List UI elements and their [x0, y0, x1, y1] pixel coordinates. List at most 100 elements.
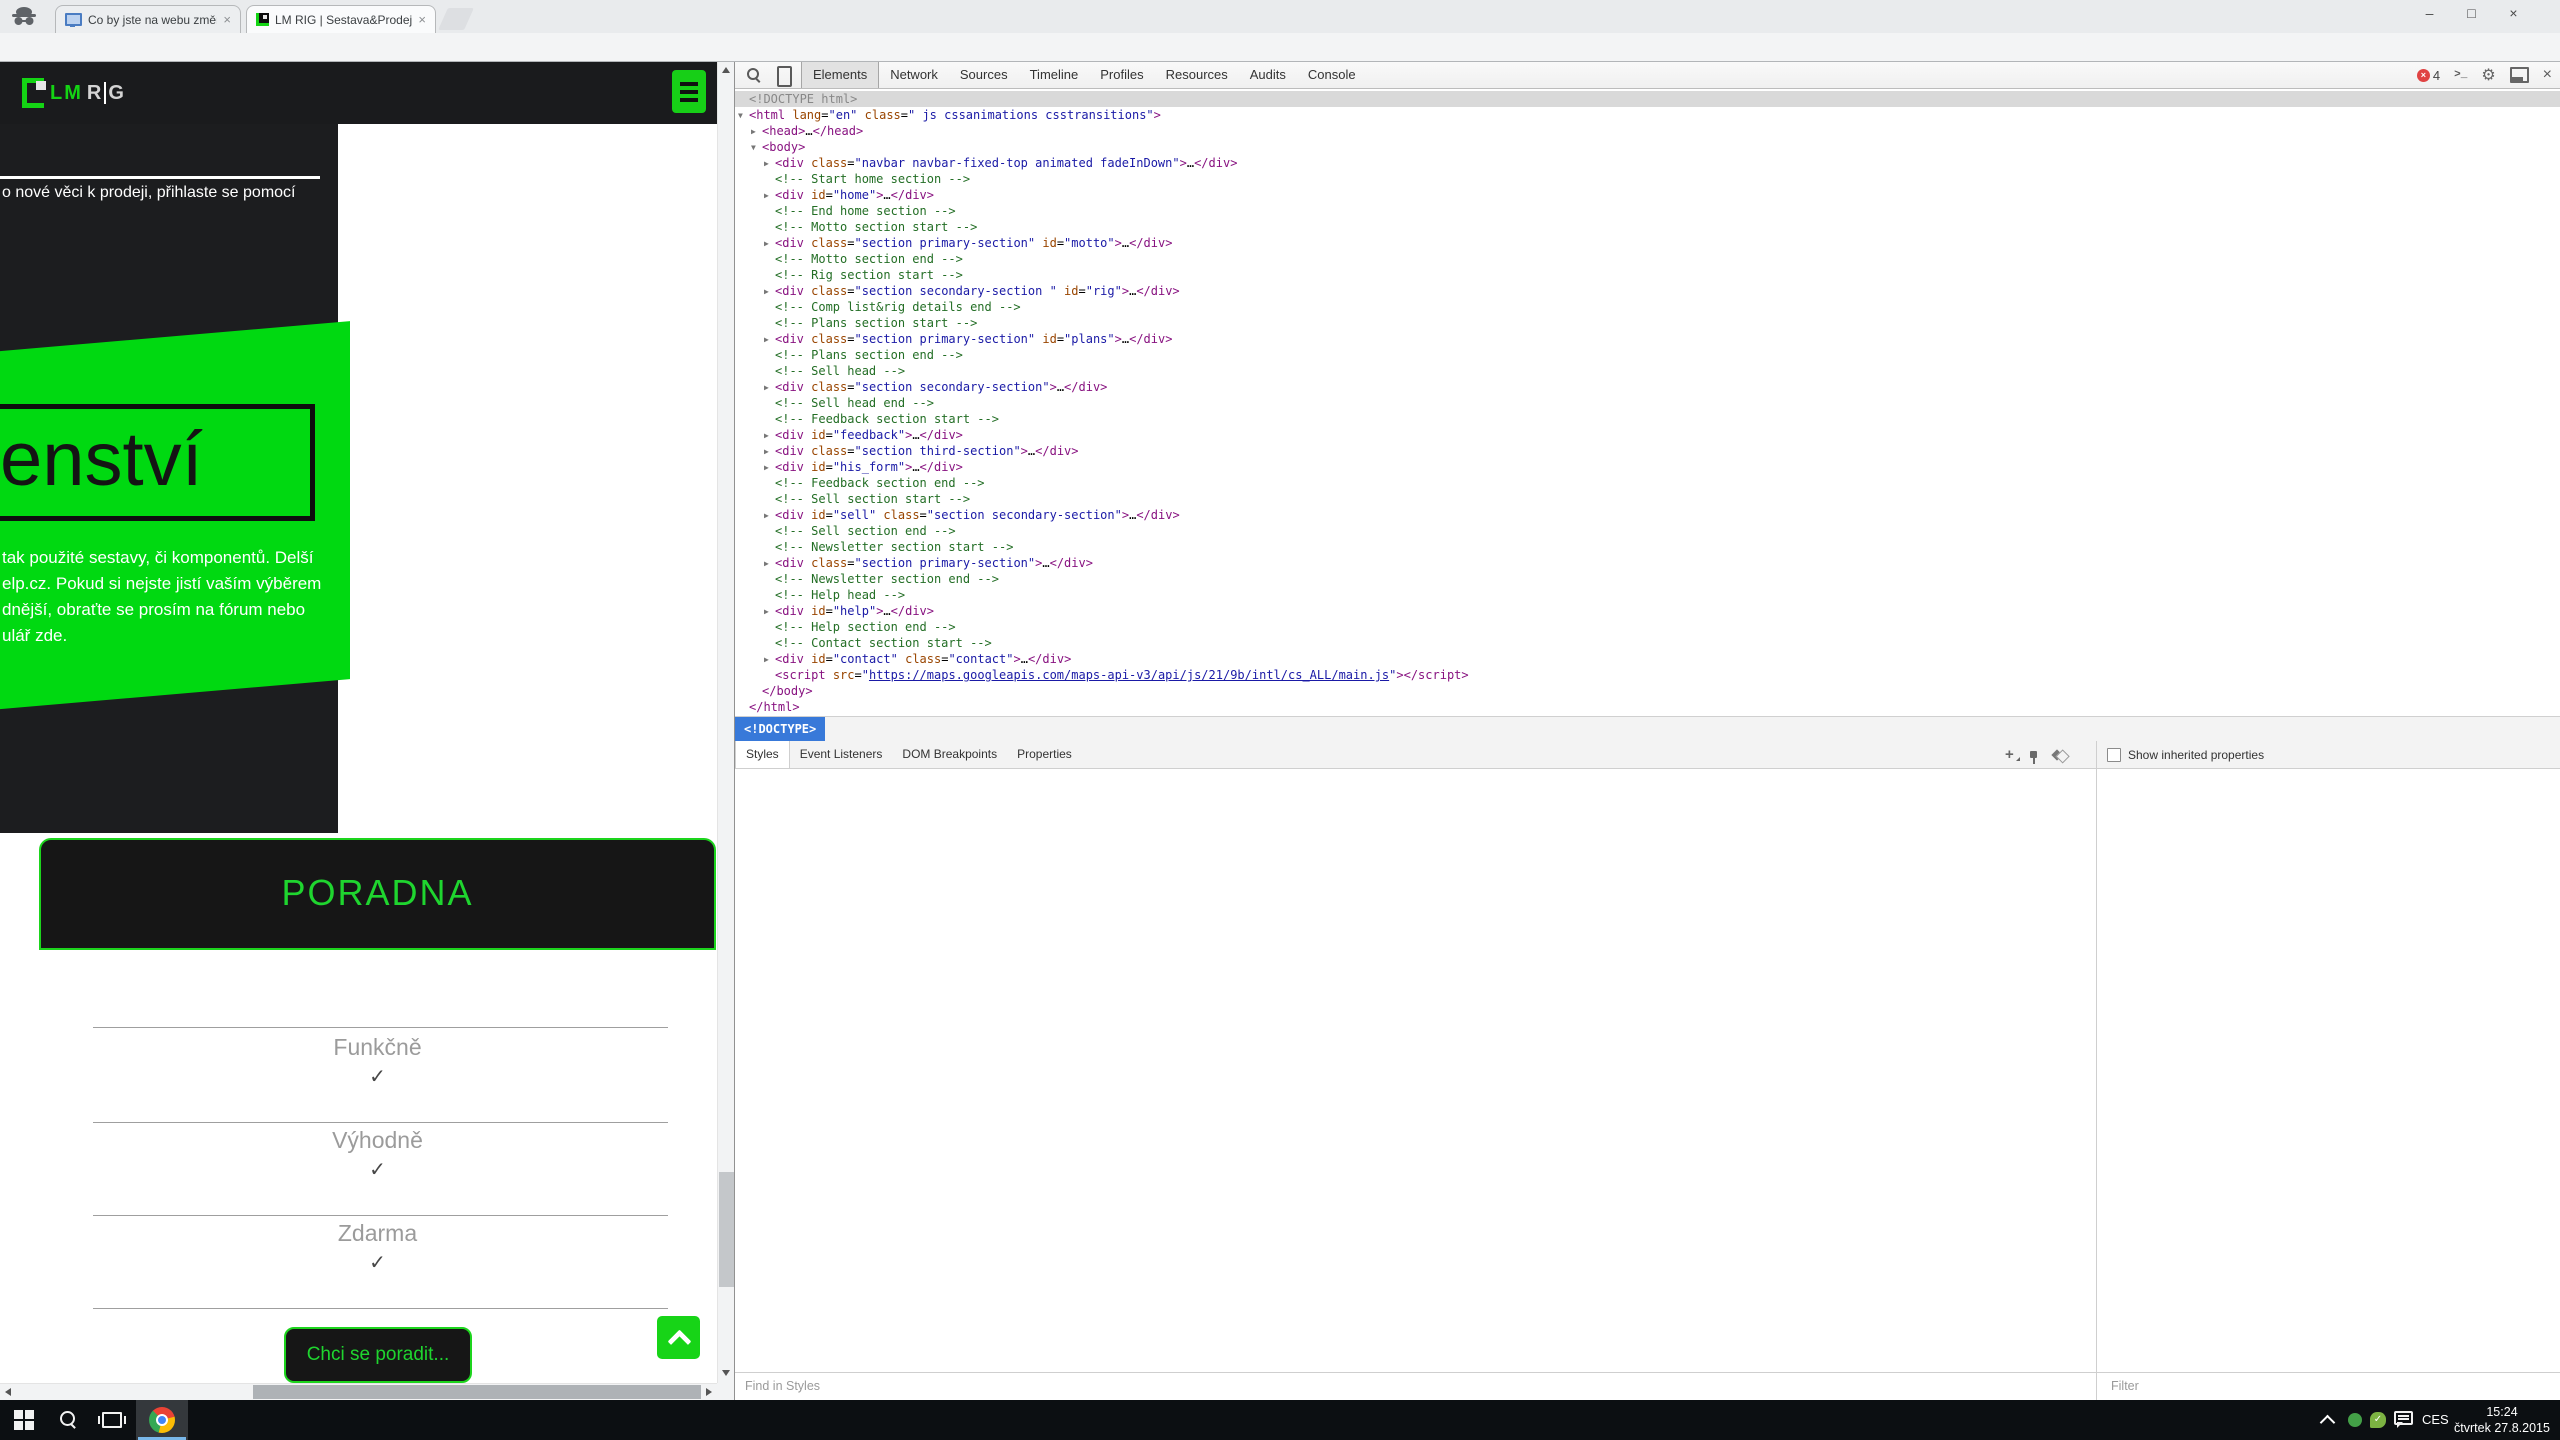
scrollbar-thumb[interactable]	[719, 1172, 734, 1287]
expand-arrow-right-icon[interactable]: ▶	[751, 124, 762, 140]
expand-arrow-right-icon[interactable]: ▶	[764, 156, 775, 172]
window-maximize-button[interactable]: □	[2450, 0, 2493, 26]
dom-tree-line[interactable]: <!-- Newsletter section end -->	[735, 571, 2560, 587]
scroll-to-top-button[interactable]	[657, 1316, 700, 1359]
devtools-tab-profiles[interactable]: Profiles	[1089, 62, 1154, 88]
expand-arrow-right-icon[interactable]: ▶	[764, 332, 775, 348]
window-minimize-button[interactable]: –	[2408, 0, 2451, 26]
scrollbar-thumb[interactable]	[253, 1385, 701, 1399]
sidebar-tab-dom-breakpoints[interactable]: DOM Breakpoints	[892, 741, 1007, 768]
devtools-tab-console[interactable]: Console	[1297, 62, 1367, 88]
dom-tree-line[interactable]: <!-- Contact section start -->	[735, 635, 2560, 651]
dom-tree-line[interactable]: ▶<div class="section secondary-section "…	[735, 283, 2560, 299]
expand-arrow-right-icon[interactable]: ▶	[764, 428, 775, 444]
hamburger-menu-button[interactable]	[672, 70, 706, 113]
site-vertical-scrollbar[interactable]	[717, 62, 734, 1383]
scrollbar-down-arrow-icon[interactable]	[722, 1370, 730, 1376]
element-state-icon[interactable]	[2051, 749, 2062, 760]
tray-green-app-icon[interactable]	[2348, 1413, 2362, 1427]
breadcrumb-doctype[interactable]: <!DOCTYPE>	[735, 717, 825, 741]
devtools-tab-timeline[interactable]: Timeline	[1019, 62, 1090, 88]
dom-tree-line[interactable]: <script src="https://maps.googleapis.com…	[735, 667, 2560, 683]
dom-tree-line[interactable]: ▶<div id="sell" class="section secondary…	[735, 507, 2560, 523]
devtools-tab-elements[interactable]: Elements	[801, 62, 879, 88]
devtools-tab-network[interactable]: Network	[879, 62, 949, 88]
dom-tree-line[interactable]: ▶<div id="his_form">…</div>	[735, 459, 2560, 475]
dom-tree-line[interactable]: <!-- Plans section end -->	[735, 347, 2560, 363]
dom-tree-line[interactable]: ▶<div id="home">…</div>	[735, 187, 2560, 203]
site-horizontal-scrollbar[interactable]	[0, 1383, 717, 1400]
dom-tree-line[interactable]: <!-- Sell section end -->	[735, 523, 2560, 539]
dom-tree-line[interactable]: <!-- Sell head -->	[735, 363, 2560, 379]
device-emulation-icon[interactable]	[777, 68, 791, 82]
browser-tab-active[interactable]: LM RIG | Sestava&Prodej ×	[246, 5, 436, 33]
expand-arrow-right-icon[interactable]: ▶	[764, 236, 775, 252]
expand-arrow-right-icon[interactable]: ▶	[764, 460, 775, 476]
devtools-tab-audits[interactable]: Audits	[1239, 62, 1297, 88]
dock-side-icon[interactable]	[2510, 67, 2529, 83]
dom-tree-line[interactable]: ▶<head>…</head>	[735, 123, 2560, 139]
dom-tree-line[interactable]: ▶<div class="section secondary-section">…	[735, 379, 2560, 395]
dom-tree-line[interactable]: <!-- Newsletter section start -->	[735, 539, 2560, 555]
dom-tree-line[interactable]: ▶<div class="section third-section">…</d…	[735, 443, 2560, 459]
dom-tree-line[interactable]: <!-- Feedback section end -->	[735, 475, 2560, 491]
pane-divider[interactable]	[2096, 741, 2097, 1400]
dom-tree-line[interactable]: <!-- Start home section -->	[735, 171, 2560, 187]
expand-arrow-right-icon[interactable]: ▶	[764, 188, 775, 204]
dom-tree-line[interactable]: ▼<body>	[735, 139, 2560, 155]
tray-expand-chevron-icon[interactable]	[2320, 1415, 2336, 1431]
error-count-badge[interactable]: × 4	[2417, 68, 2440, 83]
expand-arrow-right-icon[interactable]: ▶	[764, 652, 775, 668]
dom-tree-line[interactable]: ▶<div id="feedback">…</div>	[735, 427, 2560, 443]
dom-tree-line[interactable]: <!-- Motto section end -->	[735, 251, 2560, 267]
dom-tree-line[interactable]: ▶<div class="section primary-section" id…	[735, 331, 2560, 347]
expand-arrow-down-icon[interactable]: ▼	[751, 140, 762, 156]
inspect-search-icon[interactable]	[747, 68, 761, 82]
dom-tree-line[interactable]: ▶<div id="help">…</div>	[735, 603, 2560, 619]
console-drawer-icon[interactable]: >_	[2454, 69, 2467, 81]
dom-tree-line[interactable]: ▶<div class="section primary-section" id…	[735, 235, 2560, 251]
devtools-tab-sources[interactable]: Sources	[949, 62, 1019, 88]
expand-arrow-right-icon[interactable]: ▶	[764, 284, 775, 300]
taskbar-search-icon[interactable]	[60, 1411, 78, 1429]
consult-button[interactable]: Chci se poradit...	[284, 1327, 472, 1383]
dom-tree-line[interactable]: </html>	[735, 699, 2560, 715]
find-in-styles-input[interactable]: Find in Styles	[735, 1372, 2096, 1400]
task-view-icon[interactable]	[102, 1412, 122, 1428]
new-tab-button[interactable]	[438, 8, 474, 30]
dom-tree-line[interactable]: <!-- Sell section start -->	[735, 491, 2560, 507]
scrollbar-left-arrow-icon[interactable]	[5, 1388, 11, 1396]
window-close-button[interactable]: ×	[2492, 0, 2535, 26]
dom-tree-line[interactable]: <!-- Plans section start -->	[735, 315, 2560, 331]
expand-arrow-right-icon[interactable]: ▶	[764, 556, 775, 572]
dom-tree-line[interactable]: <!-- Help head -->	[735, 587, 2560, 603]
tab-close-icon[interactable]: ×	[418, 13, 426, 26]
new-style-rule-icon[interactable]: +	[2005, 746, 2014, 763]
sidebar-tab-styles[interactable]: Styles	[735, 741, 790, 768]
pin-icon[interactable]	[2030, 751, 2037, 758]
start-button[interactable]	[14, 1410, 34, 1430]
dom-tree-line[interactable]: ▼<html lang="en" class=" js cssanimation…	[735, 107, 2560, 123]
clock[interactable]: 15:24 čtvrtek 27.8.2015	[2448, 1404, 2556, 1436]
browser-tab-inactive[interactable]: Co by jste na webu změni ×	[55, 5, 241, 33]
expand-arrow-right-icon[interactable]: ▶	[764, 380, 775, 396]
settings-gear-icon[interactable]: ⚙	[2481, 65, 2495, 85]
tray-antivirus-icon[interactable]: ✓	[2370, 1412, 2386, 1428]
tab-close-icon[interactable]: ×	[223, 13, 231, 26]
sidebar-tab-properties[interactable]: Properties	[1007, 741, 1082, 768]
dom-tree-line[interactable]: ▶<div id="contact" class="contact">…</di…	[735, 651, 2560, 667]
tray-message-icon[interactable]	[2394, 1411, 2413, 1425]
dom-tree-line[interactable]: ▶<div class="navbar navbar-fixed-top ani…	[735, 155, 2560, 171]
computed-filter-input[interactable]: Filter	[2097, 1372, 2560, 1400]
expand-arrow-right-icon[interactable]: ▶	[764, 604, 775, 620]
dom-tree-line[interactable]: <!-- Comp list&rig details end -->	[735, 299, 2560, 315]
scrollbar-up-arrow-icon[interactable]	[722, 67, 730, 73]
sidebar-tab-event-listeners[interactable]: Event Listeners	[790, 741, 893, 768]
devtools-close-icon[interactable]: ×	[2543, 66, 2552, 84]
dom-tree-line[interactable]: <!-- End home section -->	[735, 203, 2560, 219]
taskbar-chrome-button[interactable]	[136, 1400, 188, 1440]
dom-tree-line[interactable]: </body>	[735, 683, 2560, 699]
language-indicator[interactable]: CES	[2422, 1400, 2449, 1440]
dom-tree-line[interactable]: <!DOCTYPE html>	[735, 91, 2560, 107]
expand-arrow-right-icon[interactable]: ▶	[764, 444, 775, 460]
